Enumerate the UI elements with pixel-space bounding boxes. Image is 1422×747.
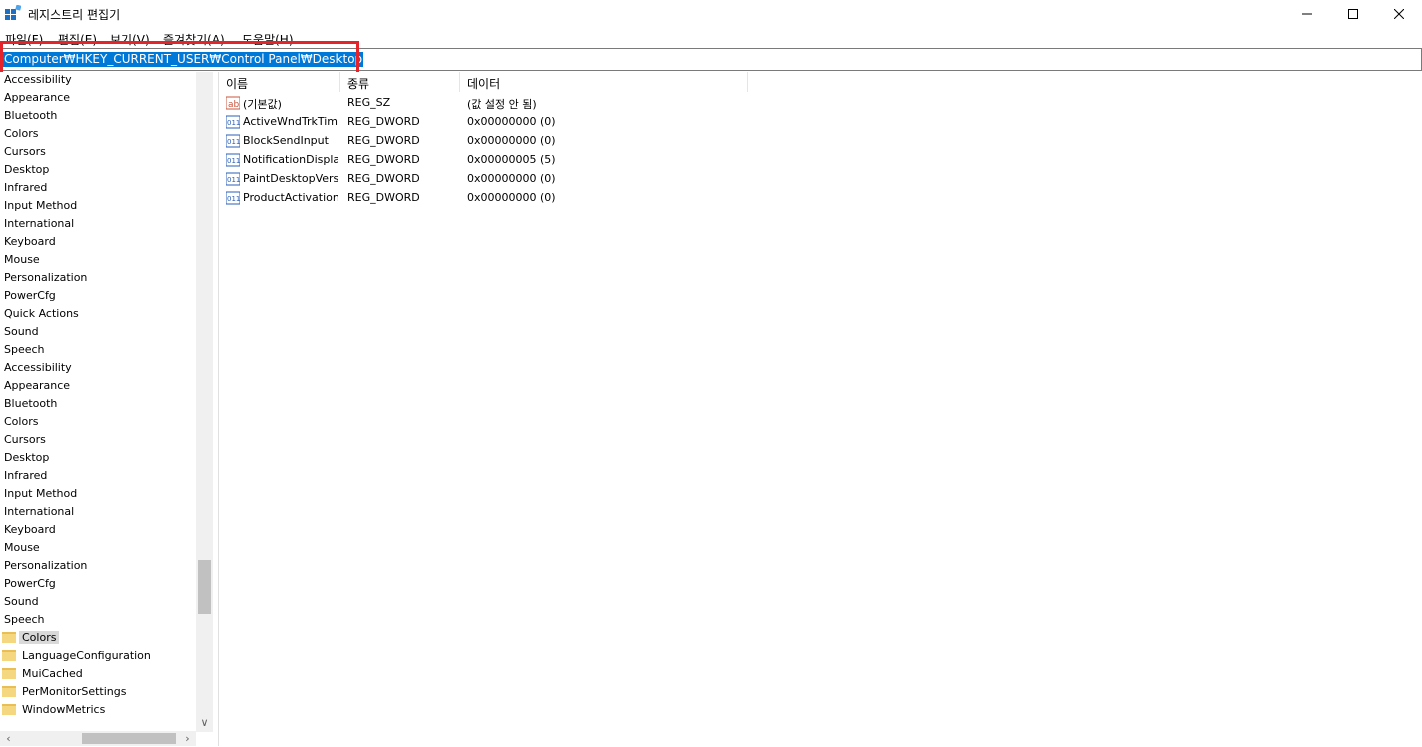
column-header-type[interactable]: 종류	[340, 72, 460, 92]
menu-edit[interactable]: 편집(E)	[58, 31, 97, 48]
svg-text:011: 011	[227, 157, 240, 165]
tree-item[interactable]: Input Method	[0, 486, 196, 503]
tree-item[interactable]: Input Method	[0, 198, 196, 215]
tree-item[interactable]: Appearance	[0, 90, 196, 107]
title-bar: 레지스트리 편집기	[0, 0, 1422, 28]
tree-horizontal-scrollbar[interactable]: ‹ ›	[0, 731, 196, 746]
tree-child-item[interactable]: WindowMetrics	[0, 702, 196, 719]
registry-editor-icon	[5, 5, 21, 20]
tree-item[interactable]: Colors	[0, 414, 196, 431]
menu-view[interactable]: 보기(V)	[110, 31, 150, 48]
folder-icon	[2, 668, 16, 679]
tree-item[interactable]: Sound	[0, 324, 196, 341]
tree-item[interactable]: Infrared	[0, 468, 196, 485]
tree-item[interactable]: Accessibility	[0, 72, 196, 89]
tree-item[interactable]: Cursors	[0, 432, 196, 449]
svg-text:011: 011	[227, 195, 240, 203]
value-row[interactable]: 011 NotificationDisplayTime REG_DWORD 0x…	[219, 151, 1419, 170]
tree-scroll-thumb[interactable]	[198, 560, 211, 614]
string-value-icon: ab	[226, 96, 240, 110]
tree-item[interactable]: Personalization	[0, 270, 196, 287]
tree-item[interactable]: Speech	[0, 612, 196, 629]
address-path[interactable]: Computer₩HKEY_CURRENT_USER₩Control Panel…	[3, 52, 364, 67]
tree-item[interactable]: Mouse	[0, 540, 196, 557]
tree-item[interactable]: PowerCfg	[0, 288, 196, 305]
maximize-button[interactable]	[1330, 0, 1376, 28]
value-row[interactable]: 011 PaintDesktopVersion REG_DWORD 0x0000…	[219, 170, 1419, 189]
tree-item[interactable]: Accessibility	[0, 360, 196, 377]
values-list: 이름 종류 데이터 ab (기본값) REG_SZ (값 설정 안 됨) 011…	[219, 72, 1422, 746]
menu-favorites[interactable]: 즐겨찾기(A)	[163, 31, 225, 48]
svg-text:011: 011	[227, 119, 240, 127]
value-row[interactable]: 011 BlockSendInput REG_DWORD 0x00000000 …	[219, 132, 1419, 151]
scroll-right-arrow-icon[interactable]: ›	[179, 730, 196, 747]
value-row[interactable]: 011 ActiveWndTrkTimeout REG_DWORD 0x0000…	[219, 113, 1419, 132]
binary-value-icon: 011	[226, 134, 240, 148]
tree-item[interactable]: Keyboard	[0, 522, 196, 539]
svg-text:ab: ab	[228, 100, 240, 110]
tree-item[interactable]: Appearance	[0, 378, 196, 395]
tree-item[interactable]: Cursors	[0, 144, 196, 161]
folder-icon	[2, 650, 16, 661]
tree-item[interactable]: Colors	[0, 126, 196, 143]
value-row[interactable]: 011 ProductActivationInfo REG_DWORD 0x00…	[219, 189, 1419, 208]
close-button[interactable]	[1376, 0, 1422, 28]
menu-bar: 파일(F) 편집(E) 보기(V) 즐겨찾기(A) 도움말(H)	[0, 28, 1422, 48]
column-header-data[interactable]: 데이터	[460, 72, 748, 92]
close-icon	[1394, 9, 1404, 19]
tree-item[interactable]: Mouse	[0, 252, 196, 269]
tree-item[interactable]: Personalization	[0, 558, 196, 575]
address-bar[interactable]: Computer₩HKEY_CURRENT_USER₩Control Panel…	[0, 48, 1422, 71]
scroll-left-arrow-icon[interactable]: ‹	[0, 730, 17, 747]
tree-item[interactable]: Desktop	[0, 450, 196, 467]
maximize-icon	[1348, 9, 1358, 19]
tree-item[interactable]: Bluetooth	[0, 108, 196, 125]
tree-hscroll-thumb[interactable]	[82, 733, 176, 744]
value-row[interactable]: ab (기본값) REG_SZ (값 설정 안 됨)	[219, 94, 1419, 113]
menu-file[interactable]: 파일(F)	[5, 31, 43, 48]
binary-value-icon: 011	[226, 115, 240, 129]
binary-value-icon: 011	[226, 191, 240, 205]
tree-child-item[interactable]: LanguageConfiguration	[0, 648, 196, 665]
menu-help[interactable]: 도움말(H)	[242, 31, 294, 48]
tree-child-item-selected[interactable]: Colors	[0, 630, 196, 647]
tree-item[interactable]: Keyboard	[0, 234, 196, 251]
svg-text:011: 011	[227, 176, 240, 184]
tree-child-item[interactable]: PerMonitorSettings	[0, 684, 196, 701]
tree-item[interactable]: Bluetooth	[0, 396, 196, 413]
column-header-name[interactable]: 이름	[219, 72, 340, 92]
tree-item[interactable]: International	[0, 216, 196, 233]
folder-icon	[2, 686, 16, 697]
key-tree: Accessibility Appearance Bluetooth Color…	[0, 72, 214, 746]
tree-item[interactable]: Sound	[0, 594, 196, 611]
tree-item[interactable]: Speech	[0, 342, 196, 359]
tree-vertical-scrollbar[interactable]: ∨	[196, 72, 213, 732]
tree-item[interactable]: Quick Actions	[0, 306, 196, 323]
tree-item[interactable]: PowerCfg	[0, 576, 196, 593]
folder-icon	[2, 704, 16, 715]
tree-item[interactable]: Infrared	[0, 180, 196, 197]
folder-icon	[2, 632, 16, 643]
svg-text:011: 011	[227, 138, 240, 146]
binary-value-icon: 011	[226, 153, 240, 167]
binary-value-icon: 011	[226, 172, 240, 186]
tree-item[interactable]: Desktop	[0, 162, 196, 179]
window-title: 레지스트리 편집기	[28, 8, 121, 22]
minimize-button[interactable]	[1284, 0, 1330, 28]
minimize-icon	[1302, 13, 1312, 15]
tree-item[interactable]: International	[0, 504, 196, 521]
tree-child-item[interactable]: MuiCached	[0, 666, 196, 683]
scroll-down-arrow-icon[interactable]: ∨	[196, 714, 213, 731]
